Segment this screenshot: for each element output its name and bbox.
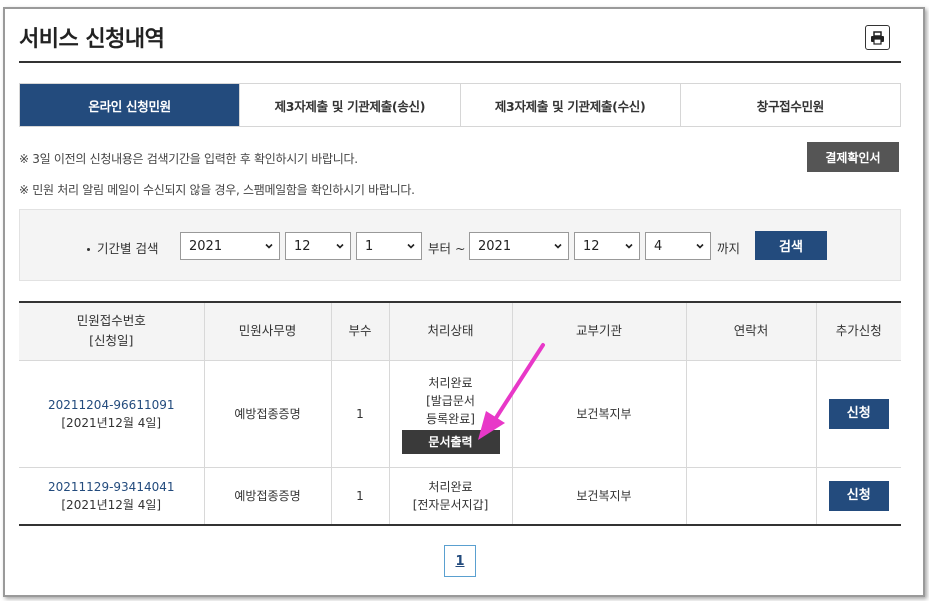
search-label-text: 기간별 검색 [97, 241, 159, 256]
tab-third-party-sent[interactable]: 제3자제출 및 기관제출(송신) [240, 84, 461, 126]
application-date: [2021년12월 4일] [61, 415, 162, 430]
table-row: 20211129-93414041 [2021년12월 4일] 예방접종증명 1… [19, 467, 901, 526]
notice-search-period: ※ 3일 이전의 신청내용은 검색기간을 입력한 후 확인하시기 바랍니다. [19, 152, 358, 166]
from-label: 부터 ~ [428, 241, 466, 256]
applications-table: 민원접수번호 [신청일] 민원사무명 부수 처리상태 교부기관 연락처 추가신청 … [19, 301, 901, 526]
cell-contact [686, 360, 817, 468]
table-header-row: 민원접수번호 [신청일] 민원사무명 부수 처리상태 교부기관 연락처 추가신청 [19, 301, 901, 361]
application-date: [2021년12월 4일] [61, 497, 162, 512]
apply-button[interactable]: 신청 [828, 398, 889, 429]
cell-agency: 보건복지부 [512, 467, 687, 526]
cell-status: 처리완료 [전자문서지갑] [389, 467, 513, 526]
col-header-agency: 교부기관 [512, 301, 687, 361]
to-day-select[interactable]: 4 [645, 232, 711, 260]
tab-counter-applications[interactable]: 창구접수민원 [680, 84, 900, 126]
table-row: 20211204-96611091 [2021년12월 4일] 예방접종증명 1… [19, 360, 901, 468]
chevron-down-icon [554, 243, 562, 249]
cell-agency: 보건복지부 [512, 360, 687, 468]
cell-copies: 1 [331, 360, 390, 468]
payment-receipt-button[interactable]: 결제확인서 [807, 142, 899, 172]
col-header-receipt-no: 민원접수번호 [신청일] [19, 301, 205, 361]
chevron-down-icon [336, 243, 344, 249]
col-header-copies: 부수 [331, 301, 390, 361]
to-day-value: 4 [654, 238, 663, 254]
to-year-select[interactable]: 2021 [469, 232, 569, 260]
pagination-page-1[interactable]: 1 [444, 545, 476, 577]
search-label: 기간별 검색 [87, 238, 158, 257]
cell-extra: 신청 [816, 360, 901, 468]
from-day-select[interactable]: 1 [356, 232, 422, 260]
cell-service: 예방접종증명 [204, 467, 332, 526]
cell-contact [686, 467, 817, 526]
from-year-select[interactable]: 2021 [180, 232, 280, 260]
cell-copies: 1 [331, 467, 390, 526]
notice-spam-mail: ※ 민원 처리 알림 메일이 수신되지 않을 경우, 스팸메일함을 확인하시기 … [19, 183, 415, 197]
to-month-value: 12 [583, 238, 600, 254]
title-divider [19, 61, 901, 63]
receipt-number-link[interactable]: 20211129-93414041 [48, 480, 175, 494]
from-month-value: 12 [294, 238, 311, 254]
header-receipt-no: 민원접수번호 [76, 313, 146, 329]
print-document-button[interactable]: 문서출력 [401, 429, 500, 454]
cell-status: 처리완료 [발급문서 등록완료] 문서출력 [389, 360, 513, 468]
col-header-status: 처리상태 [389, 301, 513, 361]
status-detail: [발급문서 [426, 393, 475, 408]
header-application-date: [신청일] [89, 333, 134, 349]
chevron-down-icon [625, 243, 633, 249]
search-button[interactable]: 검색 [755, 231, 827, 260]
chevron-down-icon [265, 243, 273, 249]
receipt-number-link[interactable]: 20211204-96611091 [48, 398, 175, 412]
to-label: 까지 [717, 241, 741, 256]
printer-icon [871, 30, 884, 45]
search-panel: 기간별 검색 2021 12 1 부터 ~ 2021 12 4 까지 검색 [19, 209, 901, 281]
from-day-value: 1 [365, 238, 374, 254]
col-header-contact: 연락처 [686, 301, 817, 361]
status-detail: 등록완료] [426, 411, 475, 426]
to-year-value: 2021 [478, 238, 512, 254]
apply-button[interactable]: 신청 [828, 480, 889, 511]
page-title: 서비스 신청내역 [19, 27, 165, 52]
tab-third-party-received[interactable]: 제3자제출 및 기관제출(수신) [460, 84, 681, 126]
col-header-extra: 추가신청 [816, 301, 901, 361]
cell-extra: 신청 [816, 467, 901, 526]
tab-bar: 온라인 신청민원 제3자제출 및 기관제출(송신) 제3자제출 및 기관제출(수… [19, 83, 901, 127]
col-header-service: 민원사무명 [204, 301, 332, 361]
cell-service: 예방접종증명 [204, 360, 332, 468]
chevron-down-icon [407, 243, 415, 249]
from-year-value: 2021 [189, 238, 223, 254]
status-text: 처리완료 [428, 375, 473, 390]
cell-receipt-no: 20211129-93414041 [2021년12월 4일] [19, 467, 205, 526]
status-detail: [전자문서지갑] [412, 497, 489, 512]
status-text: 처리완료 [428, 479, 473, 494]
bullet-icon [87, 248, 90, 251]
chevron-down-icon [696, 243, 704, 249]
print-button[interactable] [865, 25, 890, 50]
to-month-select[interactable]: 12 [574, 232, 640, 260]
tab-online-applications[interactable]: 온라인 신청민원 [20, 84, 241, 126]
cell-receipt-no: 20211204-96611091 [2021년12월 4일] [19, 360, 205, 468]
from-month-select[interactable]: 12 [285, 232, 351, 260]
